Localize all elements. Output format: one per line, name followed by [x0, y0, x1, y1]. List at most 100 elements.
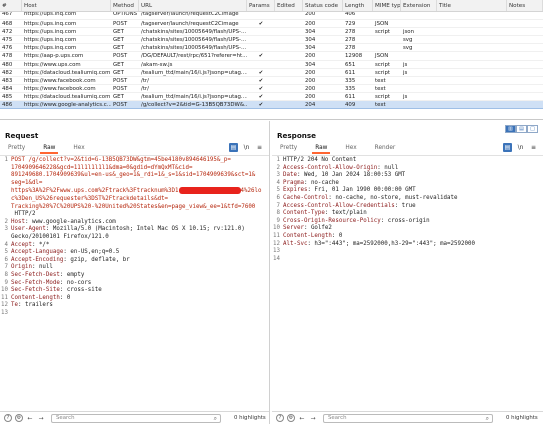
- header-key: Cache-Control: [283, 194, 329, 201]
- proxy-history-table: # Host Method URL Params Edited Status c…: [0, 0, 543, 120]
- request-header-line: 13: [1, 309, 8, 316]
- col-header-host[interactable]: Host: [22, 0, 111, 11]
- col-header-extension[interactable]: Extension: [401, 0, 437, 11]
- header-value: 0: [335, 232, 343, 239]
- row-ext: [401, 85, 437, 92]
- tab-hex[interactable]: Hex: [342, 143, 359, 154]
- col-header-edited[interactable]: Edited: [275, 0, 303, 11]
- row-params: ✔: [258, 85, 264, 92]
- header-key: Host: [11, 218, 25, 225]
- row-edited: [275, 44, 303, 51]
- tab-pretty[interactable]: Pretty: [277, 143, 300, 154]
- request-editor[interactable]: 1 POST /g/collect?v=2&tid=G-13B5QB73DW&gt…: [0, 155, 269, 410]
- tab-pretty[interactable]: Pretty: [5, 143, 28, 154]
- request-header-line: 4 Accept: */*: [4, 241, 50, 248]
- header-key: Accept: [11, 241, 32, 248]
- help-icon[interactable]: ?: [276, 414, 284, 422]
- row-url: /tr/: [141, 77, 149, 84]
- table-row[interactable]: 475 https://ups.inq.com GET/chatskins/site…: [0, 36, 543, 45]
- col-header-mime-type[interactable]: MIME type: [373, 0, 401, 11]
- header-key: Content-Length: [11, 294, 60, 301]
- table-row[interactable]: 483 https://www.facebook.com POST/tr/ ✔ 200 3…: [0, 77, 543, 85]
- tab-raw[interactable]: Raw: [312, 143, 331, 154]
- row-status: 200: [305, 53, 316, 60]
- tab-hex[interactable]: Hex: [70, 143, 87, 154]
- request-search-input[interactable]: Search ⌕: [51, 413, 221, 423]
- settings-icon[interactable]: ⚙: [15, 414, 23, 422]
- row-url: /tealium_ttd/main/16/i.js?jsonp=utag....: [141, 93, 247, 100]
- menu-icon[interactable]: ≡: [255, 143, 264, 152]
- forward-arrow-icon[interactable]: →: [37, 415, 45, 422]
- col-header-title[interactable]: Title: [437, 0, 507, 11]
- table-row[interactable]: 467 https://ups.inq.com OPTIONS /tagserv…: [0, 12, 543, 21]
- col-header-status-code[interactable]: Status code: [303, 0, 343, 11]
- back-arrow-icon[interactable]: ←: [26, 415, 34, 422]
- table-row[interactable]: 476 https://ups.inq.com GET/chatskins/site…: [0, 44, 543, 53]
- row-mime: text: [375, 85, 386, 92]
- row-status: 200: [305, 12, 316, 17]
- col-header-notes[interactable]: Notes: [507, 0, 543, 11]
- menu-icon[interactable]: ≡: [529, 143, 538, 152]
- row-num: 484: [2, 85, 13, 92]
- row-ext: svg: [403, 45, 413, 52]
- tab-render[interactable]: Render: [372, 143, 399, 154]
- row-length: 406: [345, 12, 356, 17]
- row-method: POST: [113, 102, 128, 109]
- header-value: Mozilla/5.0 (Macintosh; Intel Mac OS X 1…: [49, 226, 245, 233]
- header-key: Content-Length: [283, 232, 332, 239]
- col-header-url[interactable]: URL: [139, 0, 247, 11]
- table-row[interactable]: 472 https://ups.inq.com GET/chatskins/site…: [0, 28, 543, 37]
- layout-stacked-icon[interactable]: ▤: [516, 125, 527, 133]
- row-params: [247, 28, 275, 35]
- col-header-length[interactable]: Length: [343, 0, 373, 11]
- row-edited: [275, 85, 303, 92]
- header-value: null: [380, 164, 399, 171]
- table-row[interactable]: 485 https://datacloud.tealiumiq.com GET/te…: [0, 93, 543, 102]
- row-method: GET: [113, 29, 124, 36]
- request-header-line: 2 Host: www.google-analytics.com: [4, 218, 116, 225]
- forward-arrow-icon[interactable]: →: [309, 415, 317, 422]
- row-num: 472: [2, 29, 13, 36]
- row-edited: [275, 28, 303, 35]
- response-line: 6 Cache-Control: no-cache, no-store, must…: [276, 194, 458, 201]
- header-value: no-cors: [63, 279, 92, 286]
- request-header-line: 11 Content-Length: 0: [1, 294, 71, 301]
- layout-single-icon[interactable]: □: [527, 125, 538, 133]
- layout-side-by-side-icon[interactable]: ▥: [505, 125, 516, 133]
- row-status: 200: [305, 77, 316, 84]
- row-url: /chatskins/sites/10005649/flash/UPS-...: [141, 29, 247, 36]
- request-header-line: 10 Sec-Fetch-Site: cross-site: [1, 287, 102, 294]
- row-url: /tr/: [141, 85, 149, 92]
- inspector-toggle-icon[interactable]: ▤: [503, 143, 512, 152]
- row-url: /chatskins/sites/10005649/flash/UPS-...: [141, 37, 247, 44]
- request-pane: Request Pretty Raw Hex ▤ \n ≡ 1 POST /g/c…: [0, 121, 270, 424]
- inspector-toggle-icon[interactable]: ▤: [229, 143, 238, 152]
- response-editor[interactable]: 1 HTTP/2 204 No Content 2 Access-Control-Al…: [272, 155, 543, 410]
- header-value: HTTP/2 204 No Content: [283, 157, 357, 163]
- response-highlights-count: 0 highlights: [506, 415, 538, 421]
- back-arrow-icon[interactable]: ←: [298, 415, 306, 422]
- request-line: 1 POST /g/collect?v=2&tid=G-13B5QB73DW&gt…: [4, 157, 231, 163]
- col-header-params[interactable]: Params: [247, 0, 275, 11]
- col-header-method[interactable]: Method: [111, 0, 139, 11]
- row-method: POST: [113, 77, 128, 84]
- table-row[interactable]: 480 https://www.ups.com GET/akam-sw.js 304 6…: [0, 61, 543, 69]
- col-header-number[interactable]: #: [0, 0, 22, 11]
- row-params: [247, 61, 275, 68]
- row-length: 278: [345, 37, 356, 44]
- table-row[interactable]: 484 https://www.facebook.com POST/tr/ ✔ 200 3…: [0, 85, 543, 93]
- row-status: 200: [305, 21, 316, 28]
- newline-toggle-icon[interactable]: \n: [242, 143, 251, 152]
- table-row[interactable]: 486 https://www.google-analytics.c... POST…: [0, 101, 543, 110]
- tab-raw[interactable]: Raw: [40, 143, 59, 154]
- response-search-input[interactable]: Search ⌕: [323, 413, 493, 423]
- row-length: 729: [345, 21, 356, 28]
- settings-icon[interactable]: ⚙: [287, 414, 295, 422]
- table-row[interactable]: 468 https://ups.inq.com POST/tagserver/lau…: [0, 20, 543, 29]
- help-icon[interactable]: ?: [4, 414, 12, 422]
- row-edited: [275, 52, 303, 59]
- request-header-line: 12 Te: trailers: [1, 302, 53, 309]
- table-row[interactable]: 482 https://datacloud.tealiumiq.com GET/te…: [0, 69, 543, 77]
- table-row[interactable]: 478 https://aap-p.ups.com POST/DG/DEFAULT/…: [0, 52, 543, 61]
- newline-toggle-icon[interactable]: \n: [516, 143, 525, 152]
